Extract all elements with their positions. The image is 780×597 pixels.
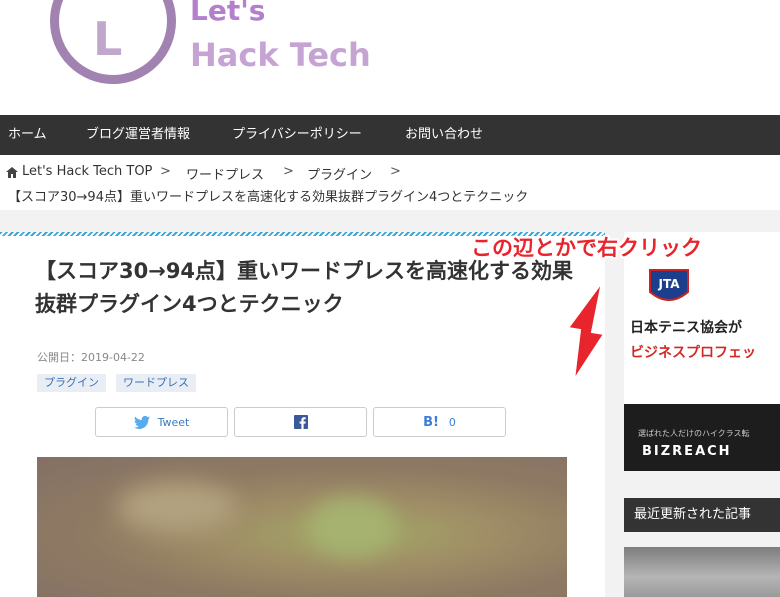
article-eyecatch-image	[37, 457, 567, 597]
logo-letter: L	[93, 12, 123, 66]
breadcrumb-plugin-link[interactable]: プラグイン	[307, 164, 372, 183]
breadcrumb-home-link[interactable]: Let's Hack Tech TOP	[22, 164, 152, 179]
jta-logo-icon: JTA	[649, 269, 689, 301]
svg-text:JTA: JTA	[657, 277, 680, 291]
published-date: 公開日：2019-04-22	[37, 351, 145, 364]
breadcrumb-separator: >	[283, 164, 294, 179]
recent-posts-heading: 最近更新された記事	[624, 498, 780, 532]
tag-wordpress[interactable]: ワードプレス	[116, 374, 196, 392]
breadcrumb-separator: >	[390, 164, 401, 179]
breadcrumb-separator: >	[160, 164, 171, 179]
facebook-icon	[293, 415, 308, 429]
sidebar-ad-banner[interactable]: JTA 日本テニス協会が ビジネスプロフェッ 選ばれた人だけのハイクラス転 BI…	[624, 232, 780, 471]
facebook-share-button[interactable]	[234, 407, 367, 437]
home-icon	[6, 167, 18, 178]
hatena-icon: B!	[423, 414, 439, 430]
ad-caption: 選ばれた人だけのハイクラス転	[638, 429, 750, 438]
ad-brand: BIZREACH	[642, 444, 732, 459]
twitter-icon	[133, 415, 150, 429]
breadcrumb-wordpress-link[interactable]: ワードプレス	[186, 164, 264, 183]
tag-plugin[interactable]: プラグイン	[37, 374, 106, 392]
nav-item-privacy[interactable]: プライバシーポリシー	[232, 115, 362, 155]
tweet-button[interactable]: Tweet	[95, 407, 228, 437]
nav-item-about[interactable]: ブログ運営者情報	[86, 115, 190, 155]
global-nav: ホーム ブログ運営者情報 プライバシーポリシー お問い合わせ	[0, 115, 780, 155]
nav-item-home[interactable]: ホーム	[8, 115, 47, 155]
ad-headline: 日本テニス協会が	[630, 320, 742, 336]
annotation-arrow-icon	[566, 281, 606, 381]
hatena-bookmark-button[interactable]: B! 0	[373, 407, 506, 437]
annotation-text: この辺とかで右クリック	[471, 236, 702, 260]
logo-text-line1: Let's	[190, 0, 266, 27]
article-title: 【スコア30→94点】重いワードプレスを高速化する効果抜群プラグイン4つとテクニ…	[35, 259, 574, 316]
hatena-count: 0	[448, 415, 456, 429]
breadcrumb-current: 【スコア30→94点】重いワードプレスを高速化する効果抜群プラグイン4つとテクニ…	[8, 190, 529, 205]
breadcrumb: Let's Hack Tech TOP > ワードプレス > プラグイン > 【…	[0, 155, 780, 210]
logo-text-line2: Hack Tech	[190, 36, 371, 74]
nav-item-contact[interactable]: お問い合わせ	[405, 115, 483, 155]
recent-post-thumbnail[interactable]	[624, 547, 780, 597]
ad-subheadline: ビジネスプロフェッ	[630, 345, 756, 361]
tweet-label: Tweet	[157, 415, 190, 429]
